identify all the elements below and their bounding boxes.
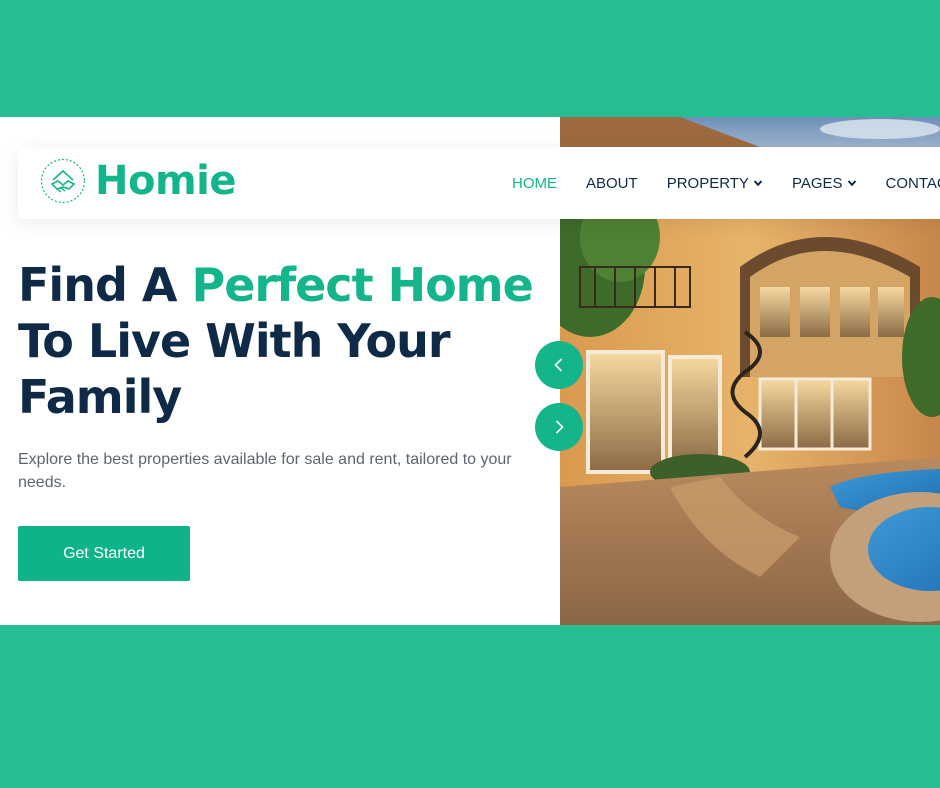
chevron-down-icon [847,180,856,187]
main-nav: HOME ABOUT PROPERTY PAGES CONTACT [512,147,940,219]
nav-item-about[interactable]: ABOUT [586,175,638,192]
nav-item-property[interactable]: PROPERTY [667,175,763,192]
hero-title-accent: Perfect Home [191,258,534,312]
chevron-right-icon [555,420,564,434]
hero-title-part1: Find A [18,258,192,312]
brand-name: Homie [95,158,236,204]
nav-item-label: CONTACT [885,174,940,192]
nav-item-label: ABOUT [586,174,638,192]
nav-item-contact[interactable]: CONTACT [886,175,940,192]
nav-item-label: PAGES [791,174,843,192]
hero-title: Find A Perfect Home To Live With Your Fa… [18,257,538,425]
nav-item-home[interactable]: HOME [512,175,557,192]
hero-title-part2: To Live With Your Family [18,314,451,424]
hero-section: Homie HOME ABOUT PROPERTY PAGES CONTA Fi… [0,117,940,625]
get-started-button[interactable]: Get Started [18,526,190,581]
hero-description: Explore the best properties available fo… [18,451,512,491]
handshake-home-icon [40,158,86,204]
chevron-down-icon [753,180,763,187]
logo[interactable]: Homie [40,158,236,204]
navbar: Homie HOME ABOUT PROPERTY PAGES CONTA [18,147,940,219]
nav-item-label: PROPERTY [666,174,749,192]
chevron-left-icon [554,358,563,372]
slider-prev-button[interactable] [535,341,583,389]
nav-item-label: HOME [512,174,557,192]
nav-item-pages[interactable]: PAGES [792,175,857,192]
slider-next-button[interactable] [535,403,583,451]
